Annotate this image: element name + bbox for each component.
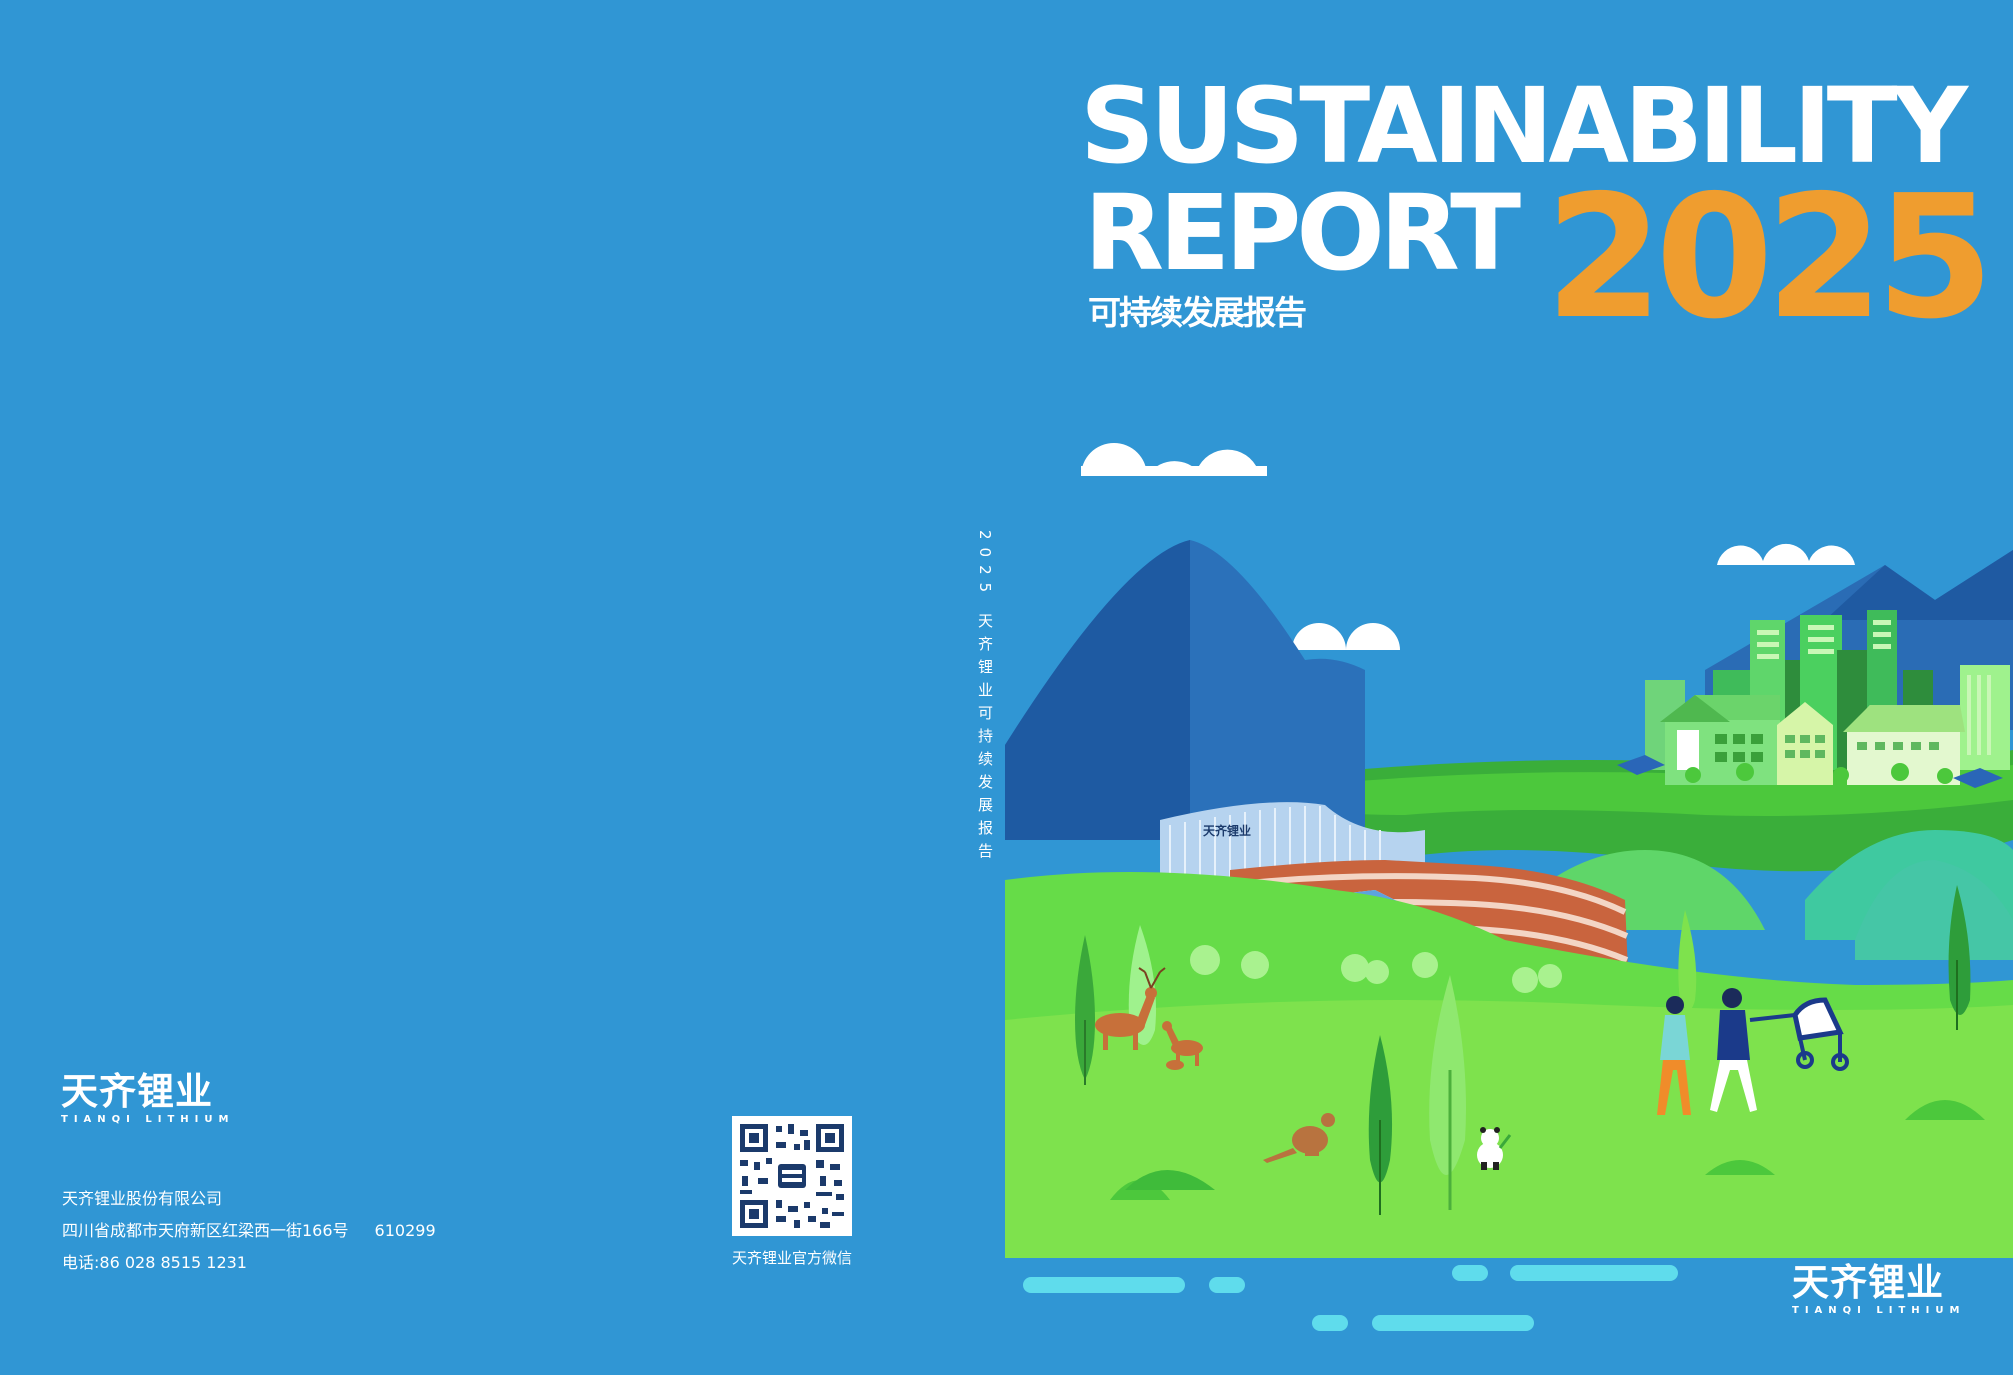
postcode: 610299 bbox=[374, 1221, 436, 1240]
back-logo-en: TIANQI LITHIUM bbox=[61, 1114, 235, 1125]
building-sign: 天齐锂业 bbox=[1203, 823, 1251, 838]
address: 四川省成都市天府新区红梁西一街166号 bbox=[62, 1221, 349, 1240]
front-company-logo: 天齐锂业 TIANQI LITHIUM bbox=[1792, 1261, 1966, 1317]
report-cover-spread: 天齐锂业 TIANQI LITHIUM 天齐锂业股份有限公司 四川省成都市天府新… bbox=[0, 0, 2013, 1375]
report-year: 2025 bbox=[1545, 159, 1994, 357]
cloud-icon bbox=[1081, 443, 1267, 476]
city-landscape-illustration: 天齐锂业 bbox=[1005, 443, 2013, 1350]
company-name: 天齐锂业股份有限公司 bbox=[62, 1189, 223, 1208]
phone: 电话:86 028 8515 1231 bbox=[62, 1253, 247, 1272]
qr-caption: 天齐锂业官方微信 bbox=[731, 1249, 852, 1267]
front-logo-en: TIANQI LITHIUM bbox=[1792, 1305, 1966, 1316]
back-company-logo: 天齐锂业 TIANQI LITHIUM bbox=[61, 1070, 235, 1126]
cloud-icon bbox=[1717, 543, 1855, 565]
address-line: 四川省成都市天府新区红梁西一街166号 610299 bbox=[62, 1215, 436, 1247]
contact-info: 天齐锂业股份有限公司 四川省成都市天府新区红梁西一街166号 610299 电话:… bbox=[62, 1183, 436, 1279]
spine-text: 2025 天齐锂业可持续发展报告 bbox=[976, 530, 994, 866]
cloud-icon bbox=[1292, 623, 1400, 650]
title-cn: 可持续发展报告 bbox=[1088, 293, 1307, 332]
title-report: REPORT bbox=[1084, 172, 1521, 294]
front-logo-cn: 天齐锂业 bbox=[1792, 1261, 1944, 1304]
wechat-qr-code bbox=[732, 1116, 852, 1236]
back-logo-cn: 天齐锂业 bbox=[61, 1070, 213, 1113]
